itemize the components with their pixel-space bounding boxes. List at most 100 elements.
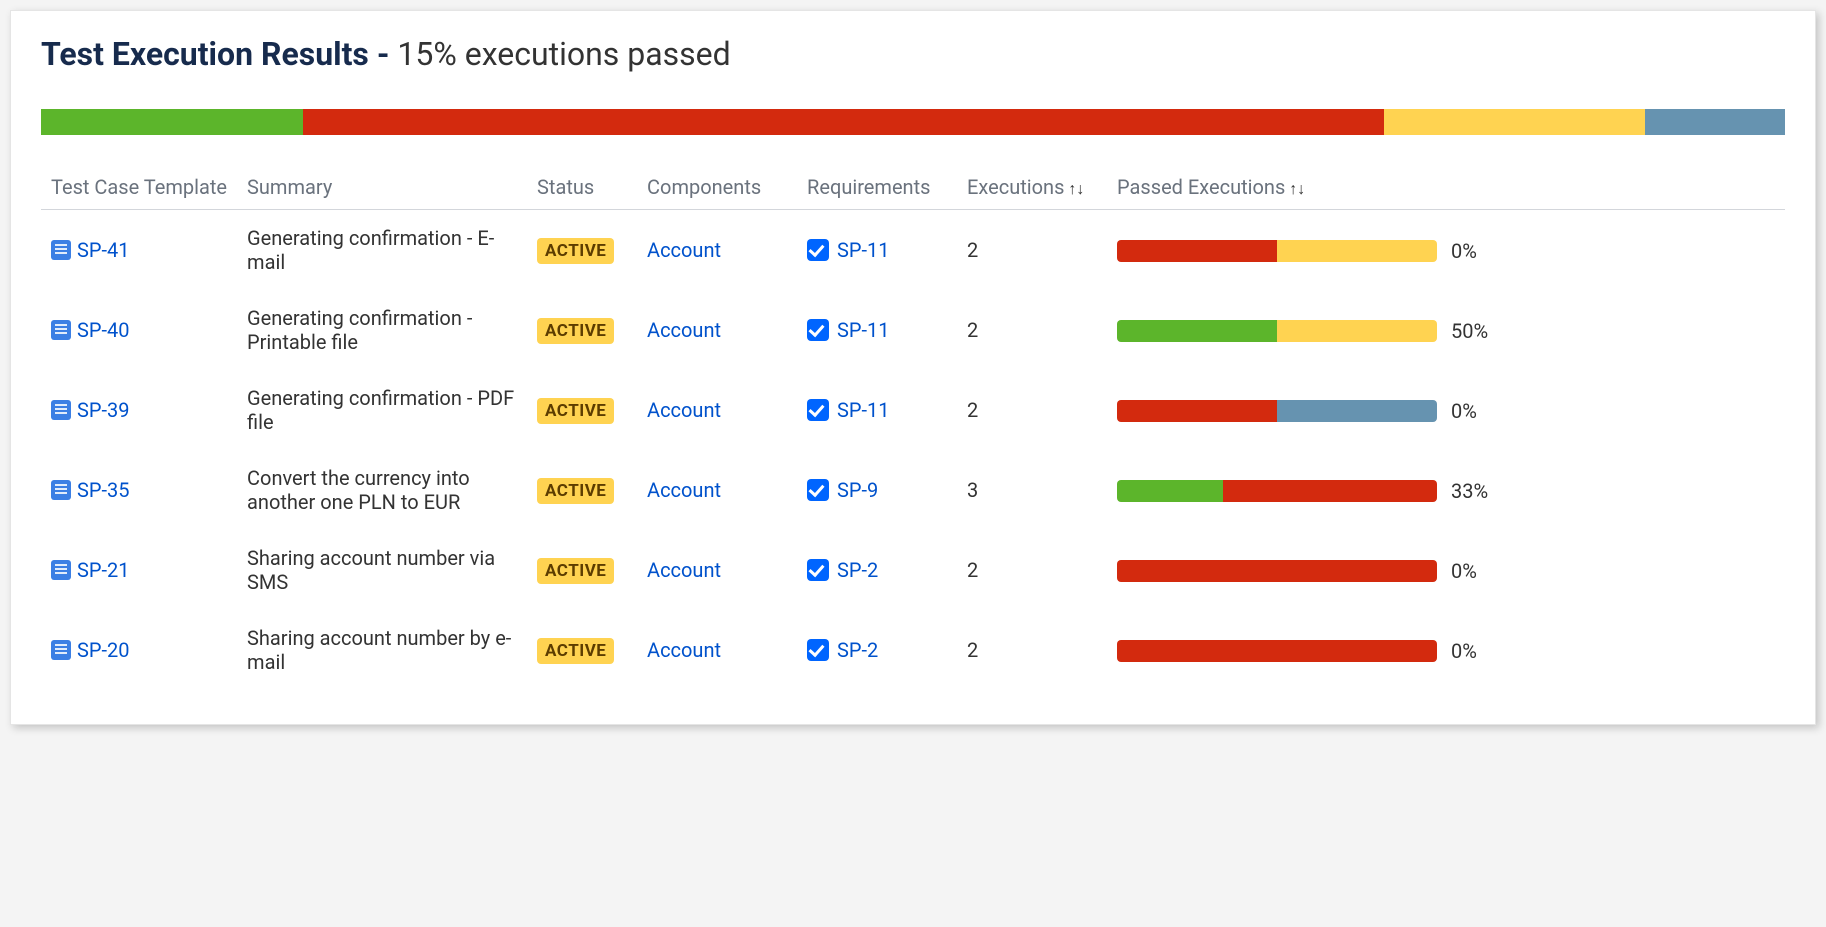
- test-case-link[interactable]: SP-20: [77, 638, 130, 662]
- cell-components: Account: [637, 530, 797, 610]
- requirement-link[interactable]: SP-11: [837, 318, 890, 342]
- test-case-link[interactable]: SP-41: [77, 238, 130, 262]
- col-components-label: Components: [647, 175, 761, 199]
- cell-requirements: SP-2: [797, 530, 957, 610]
- cell-passed: 50%: [1107, 290, 1785, 370]
- test-case-icon: [51, 320, 71, 340]
- test-case-icon: [51, 560, 71, 580]
- requirement-check-icon: [807, 319, 829, 341]
- test-case-icon: [51, 640, 71, 660]
- row-segment-green: [1117, 480, 1223, 502]
- page-title-sub: 15% executions passed: [397, 35, 730, 73]
- results-table: Test Case Template Summary Status Compon…: [41, 169, 1785, 690]
- row-passed-pct: 0%: [1451, 239, 1477, 263]
- component-link[interactable]: Account: [647, 478, 721, 502]
- cell-executions: 2: [957, 530, 1107, 610]
- cell-passed: 0%: [1107, 370, 1785, 450]
- cell-template: SP-35: [41, 450, 237, 530]
- row-segment-red: [1117, 240, 1277, 262]
- overall-segment-red: 62%: [303, 109, 1384, 135]
- table-row: SP-21 Sharing account number via SMSACTIV…: [41, 530, 1785, 610]
- cell-executions: 2: [957, 370, 1107, 450]
- cell-components: Account: [637, 290, 797, 370]
- test-case-icon: [51, 240, 71, 260]
- col-executions[interactable]: Executions↑↓: [957, 169, 1107, 210]
- row-passed-pct: 0%: [1451, 559, 1477, 583]
- cell-components: Account: [637, 610, 797, 690]
- cell-executions: 2: [957, 290, 1107, 370]
- overall-progress-bar: 15%62%15%8%: [41, 109, 1785, 135]
- cell-status: ACTIVE: [527, 210, 637, 291]
- cell-summary: Generating confirmation - E-mail: [237, 210, 527, 291]
- cell-requirements: SP-9: [797, 450, 957, 530]
- test-case-link[interactable]: SP-21: [77, 558, 130, 582]
- overall-segment-blue: 8%: [1645, 109, 1785, 135]
- requirement-link[interactable]: SP-11: [837, 238, 890, 262]
- col-passed[interactable]: Passed Executions↑↓: [1107, 169, 1785, 210]
- overall-segment-yellow: 15%: [1384, 109, 1646, 135]
- col-status[interactable]: Status: [527, 169, 637, 210]
- col-passed-label: Passed Executions: [1117, 175, 1285, 199]
- page-title: Test Execution Results - 15% executions …: [41, 35, 1785, 73]
- row-progress-bar: [1117, 640, 1437, 662]
- cell-summary: Sharing account number by e-mail: [237, 610, 527, 690]
- requirement-check-icon: [807, 399, 829, 421]
- cell-status: ACTIVE: [527, 290, 637, 370]
- cell-template: SP-41: [41, 210, 237, 291]
- col-summary[interactable]: Summary: [237, 169, 527, 210]
- status-badge: ACTIVE: [537, 318, 614, 344]
- cell-status: ACTIVE: [527, 530, 637, 610]
- row-segment-red: [1223, 480, 1437, 502]
- component-link[interactable]: Account: [647, 318, 721, 342]
- cell-executions: 3: [957, 450, 1107, 530]
- table-row: SP-41 Generating confirmation - E-mail ACT…: [41, 210, 1785, 291]
- row-passed-pct: 33%: [1451, 479, 1488, 503]
- row-segment-red: [1117, 560, 1437, 582]
- requirement-link[interactable]: SP-2: [837, 558, 878, 582]
- status-badge: ACTIVE: [537, 238, 614, 264]
- table-row: SP-35Convert the currency into another o…: [41, 450, 1785, 530]
- row-segment-blue: [1277, 400, 1437, 422]
- requirement-check-icon: [807, 559, 829, 581]
- cell-template: SP-39: [41, 370, 237, 450]
- overall-segment-green: 15%: [41, 109, 303, 135]
- cell-summary: Generating confirmation - PDF file: [237, 370, 527, 450]
- cell-requirements: SP-11: [797, 370, 957, 450]
- col-status-label: Status: [537, 175, 594, 199]
- cell-components: Account: [637, 370, 797, 450]
- component-link[interactable]: Account: [647, 238, 721, 262]
- cell-status: ACTIVE: [527, 610, 637, 690]
- col-template[interactable]: Test Case Template: [41, 169, 237, 210]
- cell-summary: Sharing account number via SMS: [237, 530, 527, 610]
- test-case-link[interactable]: SP-35: [77, 478, 130, 502]
- requirement-link[interactable]: SP-2: [837, 638, 878, 662]
- test-case-link[interactable]: SP-39: [77, 398, 130, 422]
- row-segment-green: [1117, 320, 1277, 342]
- requirement-link[interactable]: SP-9: [837, 478, 878, 502]
- row-segment-red: [1117, 640, 1437, 662]
- requirement-check-icon: [807, 239, 829, 261]
- row-progress-bar: [1117, 320, 1437, 342]
- table-row: SP-39Generating confirmation - PDF fileA…: [41, 370, 1785, 450]
- results-card: Test Execution Results - 15% executions …: [10, 10, 1816, 725]
- status-badge: ACTIVE: [537, 478, 614, 504]
- requirement-link[interactable]: SP-11: [837, 398, 890, 422]
- row-segment-yellow: [1277, 240, 1437, 262]
- overall-progress: 15%62%15%8%: [41, 83, 1785, 135]
- component-link[interactable]: Account: [647, 638, 721, 662]
- row-segment-yellow: [1277, 320, 1437, 342]
- sort-icon: ↑↓: [1068, 179, 1084, 199]
- page-title-sep: -: [369, 35, 398, 73]
- cell-status: ACTIVE: [527, 370, 637, 450]
- cell-template: SP-20: [41, 610, 237, 690]
- test-case-link[interactable]: SP-40: [77, 318, 130, 342]
- col-components[interactable]: Components: [637, 169, 797, 210]
- cell-passed: 0%: [1107, 530, 1785, 610]
- component-link[interactable]: Account: [647, 558, 721, 582]
- requirement-check-icon: [807, 479, 829, 501]
- row-progress-bar: [1117, 240, 1437, 262]
- cell-requirements: SP-11: [797, 290, 957, 370]
- col-requirements[interactable]: Requirements: [797, 169, 957, 210]
- col-template-label: Test Case Template: [51, 175, 227, 199]
- component-link[interactable]: Account: [647, 398, 721, 422]
